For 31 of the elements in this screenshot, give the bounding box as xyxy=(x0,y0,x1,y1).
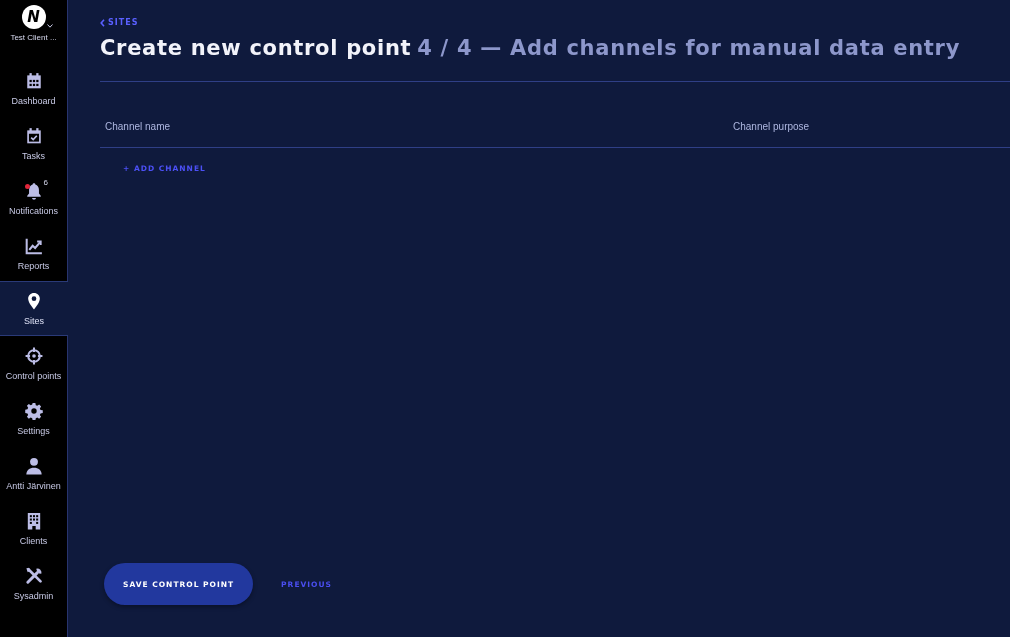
back-link[interactable]: SITES xyxy=(100,18,139,28)
client-name: Test Client ... xyxy=(10,32,57,43)
map-pin-icon xyxy=(25,292,43,310)
client-switcher[interactable]: N Test Client ... xyxy=(0,0,67,61)
tools-icon xyxy=(24,567,43,585)
calendar-icon xyxy=(24,72,43,90)
crosshair-icon xyxy=(24,347,43,365)
step-subtitle: 4 / 4 — Add channels for manual data entry xyxy=(417,36,961,60)
bell-icon xyxy=(24,182,43,200)
column-header: Channel name xyxy=(104,121,171,132)
sidebar-item[interactable]: Antti Järvinen xyxy=(0,446,67,501)
sidebar-item[interactable]: Sysadmin xyxy=(0,556,67,611)
column-header: Channel purpose xyxy=(732,121,810,132)
page-title: Create new control point xyxy=(100,36,412,60)
sidebar-item[interactable]: 6 Notifications xyxy=(0,171,67,226)
sidebar-item[interactable]: Clients xyxy=(0,501,67,556)
person-icon xyxy=(24,457,43,475)
sidebar-item[interactable]: Reports xyxy=(0,226,67,281)
alert-dot-icon xyxy=(24,184,30,189)
sidebar-item[interactable]: Dashboard xyxy=(0,61,67,116)
sidebar-item[interactable]: Control points xyxy=(0,336,67,391)
sidebar-item[interactable]: Settings xyxy=(0,391,67,446)
line-chart-icon xyxy=(24,237,43,255)
caret-down-icon xyxy=(46,24,53,28)
calendar-check-icon xyxy=(24,127,43,145)
sidebar-item[interactable]: Tasks xyxy=(0,116,67,171)
logo-badge: N xyxy=(21,5,46,29)
gear-icon xyxy=(24,402,43,420)
notification-count: 6 xyxy=(43,178,48,187)
sidebar-item[interactable]: Sites xyxy=(0,281,68,336)
chevron-left-icon xyxy=(100,19,105,27)
